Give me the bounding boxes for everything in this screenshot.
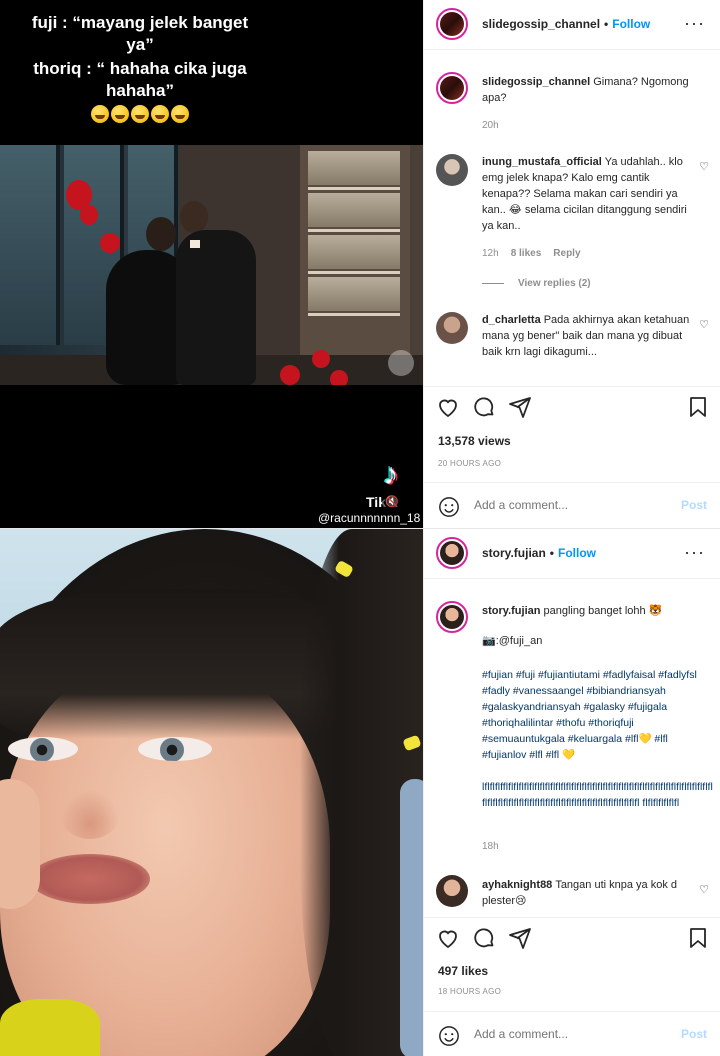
- post-sidebar: slidegossip_channel • Follow ··· slidegoss…: [423, 0, 720, 528]
- video-progress-dot: [388, 350, 414, 376]
- photo-credit[interactable]: 📷:@fuji_an: [482, 633, 704, 649]
- add-comment-bar: Post: [424, 1011, 720, 1056]
- tiktok-logo: ♪: [383, 458, 399, 491]
- overlay-line-1: fuji : “mayang jelek banget ya”: [31, 13, 249, 54]
- video-frame-scene: [0, 145, 423, 385]
- bookmark-icon[interactable]: [686, 926, 712, 952]
- caption-avatar[interactable]: [436, 601, 468, 633]
- post-video[interactable]: fuji : “mayang jelek banget ya” thoriq :…: [0, 0, 423, 528]
- avatar[interactable]: [436, 8, 468, 40]
- header-username[interactable]: story.fujian: [482, 546, 546, 560]
- comment-icon[interactable]: [472, 395, 498, 421]
- phone-edge: [400, 779, 423, 1056]
- bookmark-icon[interactable]: [686, 395, 712, 421]
- post-age[interactable]: 18 HOURS AGO: [438, 987, 501, 996]
- post-comment-button[interactable]: Post: [681, 498, 707, 512]
- comment-item: inung_mustafa_official Ya udahlah.. klo e…: [424, 150, 720, 300]
- comment-username[interactable]: d_charletta: [482, 314, 541, 326]
- caption-username[interactable]: story.fujian: [482, 605, 540, 617]
- share-icon[interactable]: [508, 395, 534, 421]
- comment-time: 12h: [482, 248, 499, 259]
- action-bar: [424, 917, 720, 961]
- post-age[interactable]: 20 HOURS AGO: [438, 459, 501, 468]
- avatar[interactable]: [436, 154, 468, 186]
- comment-username[interactable]: inung_mustafa_official: [482, 156, 602, 168]
- comment-input[interactable]: [474, 498, 664, 512]
- post-header: slidegossip_channel • Follow ···: [424, 0, 720, 50]
- comment-likes[interactable]: 8 likes: [511, 248, 542, 259]
- caption-username[interactable]: slidegossip_channel: [482, 76, 590, 88]
- post-story-fujian: story.fujian • Follow ··· story.fujian pang…: [0, 528, 720, 1056]
- comment-input[interactable]: [474, 1027, 664, 1041]
- heart-icon[interactable]: [436, 395, 462, 421]
- caption-block: story.fujian pangling banget lohh 🐯 📷:@fu…: [424, 597, 720, 867]
- comment-like-icon[interactable]: ♡: [699, 160, 709, 173]
- caption-hashtags[interactable]: #fujian #fuji #fujiantiutami #fadlyfaisa…: [482, 667, 712, 763]
- post-header: story.fujian • Follow ···: [424, 529, 720, 579]
- views-count[interactable]: 13,578 views: [438, 434, 511, 448]
- follow-button[interactable]: Follow: [612, 17, 650, 31]
- heart-icon[interactable]: [436, 926, 462, 952]
- comment-icon[interactable]: [472, 926, 498, 952]
- comment-username[interactable]: ayhaknight88: [482, 879, 552, 891]
- view-replies-link[interactable]: View replies (2): [482, 278, 591, 289]
- caption-block: slidegossip_channel Gimana? Ngomong apa? …: [424, 68, 720, 148]
- laughing-emoji-icons: [90, 104, 190, 126]
- emoji-icon[interactable]: [438, 1025, 460, 1047]
- overlay-line-2: thoriq : “ hahaha cika juga hahaha”: [33, 59, 247, 100]
- reply-button[interactable]: Reply: [553, 248, 580, 259]
- video-caption-overlay: fuji : “mayang jelek banget ya” thoriq :…: [30, 12, 250, 126]
- post-sidebar: story.fujian • Follow ··· story.fujian pang…: [423, 529, 720, 1056]
- caption-time: 20h: [482, 120, 499, 131]
- avatar[interactable]: [436, 537, 468, 569]
- mute-icon[interactable]: 🔇: [382, 492, 402, 512]
- caption-text: pangling banget lohh 🐯: [543, 605, 663, 617]
- emoji-icon[interactable]: [438, 496, 460, 518]
- post-photo[interactable]: [0, 529, 423, 1056]
- avatar[interactable]: [436, 875, 468, 907]
- tiktok-handle: @racunnnnnnn_18: [318, 511, 421, 525]
- action-bar: [424, 386, 720, 430]
- post-comment-button[interactable]: Post: [681, 1027, 707, 1041]
- follow-button[interactable]: Follow: [558, 546, 596, 560]
- comment-item: ayhaknight88 Tangan uti knpa ya kok d ple…: [424, 873, 720, 923]
- caption-time: 18h: [482, 841, 499, 852]
- comment-item: d_charletta Pada akhirnya akan ketahuan m…: [424, 308, 720, 380]
- comment-like-icon[interactable]: ♡: [699, 318, 709, 331]
- more-options-icon[interactable]: ···: [684, 13, 705, 33]
- caption-avatar[interactable]: [436, 72, 468, 104]
- comment-like-icon[interactable]: ♡: [699, 883, 709, 896]
- avatar[interactable]: [436, 312, 468, 344]
- share-icon[interactable]: [508, 926, 534, 952]
- add-comment-bar: Post: [424, 482, 720, 530]
- post-slidegossip: fuji : “mayang jelek banget ya” thoriq :…: [0, 0, 720, 528]
- likes-count[interactable]: 497 likes: [438, 964, 488, 978]
- caption-lfl-text[interactable]: lflflflfflflflflflflflflflflflflflflflfl…: [482, 779, 714, 811]
- header-username[interactable]: slidegossip_channel: [482, 17, 600, 31]
- more-options-icon[interactable]: ···: [684, 542, 705, 562]
